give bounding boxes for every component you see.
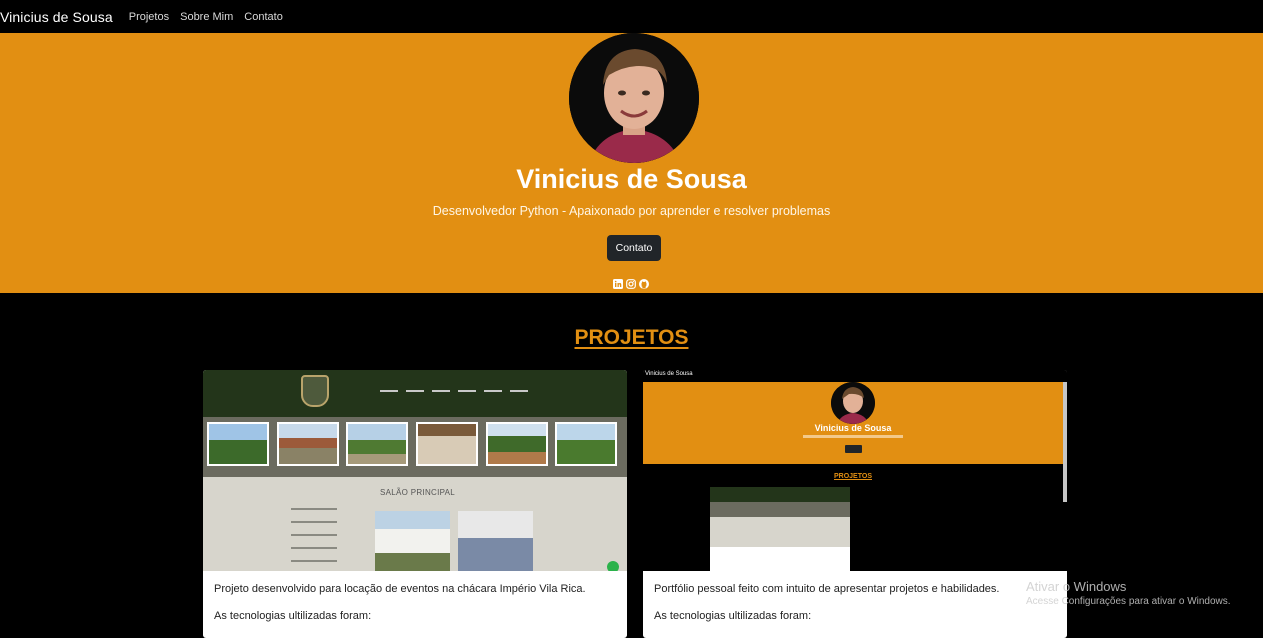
- project-thumbnail[interactable]: SALÃO PRINCIPAL: [203, 370, 627, 571]
- gallery-photo: [277, 422, 339, 466]
- project-thumbnail[interactable]: Vinicius de Sousa Vinicius de Sousa PROJ…: [643, 370, 1067, 571]
- gallery-photo: [555, 422, 617, 466]
- profile-photo: [569, 33, 699, 163]
- project-tech-label: As tecnologias ultilizadas foram:: [214, 610, 372, 622]
- nav-link-projetos[interactable]: Projetos: [129, 11, 169, 23]
- thumbnail-mini-card: [710, 487, 850, 571]
- hero-name: Vinicius de Sousa: [516, 164, 747, 194]
- project-description: Projeto desenvolvido para locação de eve…: [214, 583, 586, 595]
- instagram-icon[interactable]: [626, 279, 636, 289]
- nav-link-sobre-mim[interactable]: Sobre Mim: [180, 11, 233, 23]
- nav-link-contato[interactable]: Contato: [244, 11, 283, 23]
- salao-photo: [458, 511, 533, 571]
- salao-photo: [375, 511, 450, 571]
- gallery-photo: [486, 422, 548, 466]
- navbar: Vinicius de Sousa Projetos Sobre Mim Con…: [0, 0, 1263, 33]
- project-description: Portfólio pessoal feito com intuito de a…: [654, 583, 1000, 595]
- hero-subtitle: Desenvolvedor Python - Apaixonado por ap…: [432, 204, 831, 218]
- chacara-logo: [301, 375, 329, 407]
- windows-activation-subtitle: Acesse Configurações para ativar o Windo…: [1026, 596, 1231, 607]
- thumbnail-name: Vinicius de Sousa: [814, 423, 892, 433]
- project-tech-label: As tecnologias ultilizadas foram:: [654, 610, 812, 622]
- thumbnail-scrollbar: [1063, 382, 1067, 502]
- contact-button[interactable]: Contato: [607, 235, 661, 261]
- project-card[interactable]: SALÃO PRINCIPAL Projeto desenvolvido par…: [203, 370, 627, 638]
- whatsapp-icon[interactable]: [607, 561, 619, 571]
- projects-title: PROJETOS: [574, 326, 689, 349]
- hero-section: Vinicius de Sousa Desenvolvedor Python -…: [0, 33, 1263, 293]
- github-icon[interactable]: [639, 279, 649, 289]
- linkedin-icon[interactable]: [613, 279, 623, 289]
- gallery-photo: [416, 422, 478, 466]
- gallery-photo: [346, 422, 408, 466]
- navbar-brand[interactable]: Vinicius de Sousa: [0, 9, 113, 25]
- project-card[interactable]: Vinicius de Sousa Vinicius de Sousa PROJ…: [643, 370, 1067, 638]
- thumbnail-section-title: PROJETOS: [834, 473, 872, 480]
- windows-activation-title: Ativar o Windows: [1026, 579, 1127, 594]
- thumbnail-heading: SALÃO PRINCIPAL: [380, 488, 456, 497]
- thumbnail-brand: Vinicius de Sousa: [645, 371, 693, 377]
- profile-avatar: [569, 33, 699, 163]
- gallery-photo: [207, 422, 269, 466]
- social-links: [613, 279, 649, 289]
- thumbnail-avatar: [831, 382, 875, 424]
